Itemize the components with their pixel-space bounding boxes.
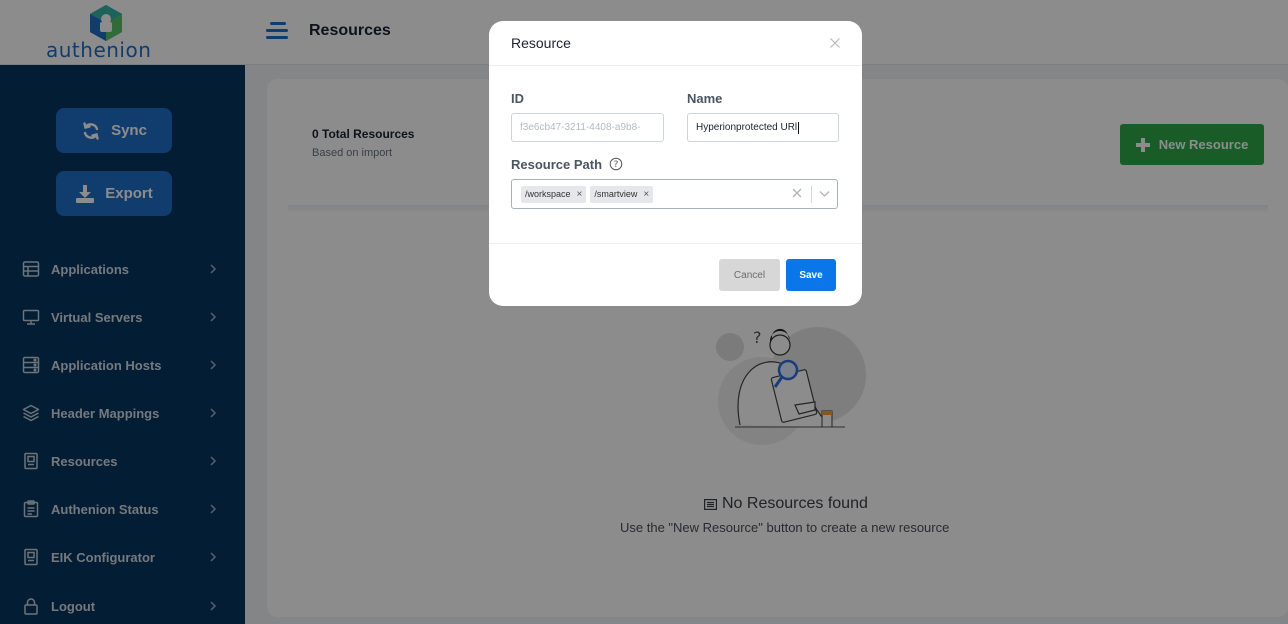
path-tag: /workspace ×	[521, 185, 587, 203]
modal-title: Resource	[511, 35, 571, 51]
modal-header-divider	[489, 65, 862, 66]
name-value: Hyperionprotected URl	[696, 122, 798, 133]
path-tag-label: /workspace	[525, 189, 571, 199]
id-label: ID	[511, 91, 524, 106]
text-cursor	[798, 121, 800, 134]
close-icon[interactable]	[829, 37, 841, 49]
name-label: Name	[687, 91, 723, 106]
remove-tag-icon[interactable]: ×	[577, 189, 583, 200]
name-field[interactable]: Hyperionprotected URl	[687, 113, 839, 142]
path-tag-label: /smartview	[594, 189, 638, 199]
resource-path-label: Resource Path	[511, 157, 603, 172]
select-separator	[811, 186, 812, 203]
chevron-down-icon[interactable]	[819, 189, 830, 198]
id-value: f3e6cb47-3211-4408-a9b8-	[520, 122, 641, 133]
cancel-button[interactable]: Cancel	[719, 259, 780, 291]
save-button[interactable]: Save	[786, 259, 836, 291]
clear-icon[interactable]	[792, 188, 802, 198]
modal-footer-divider	[489, 243, 862, 244]
path-tag: /smartview ×	[590, 185, 654, 203]
id-field[interactable]: f3e6cb47-3211-4408-a9b8-	[511, 113, 664, 142]
remove-tag-icon[interactable]: ×	[643, 189, 649, 200]
resource-modal: Resource ID Name f3e6cb47-3211-4408-a9b8…	[489, 21, 862, 306]
help-icon[interactable]: ?	[609, 157, 623, 171]
resource-path-select[interactable]: /workspace × /smartview ×	[511, 179, 838, 209]
svg-text:?: ?	[614, 160, 619, 170]
